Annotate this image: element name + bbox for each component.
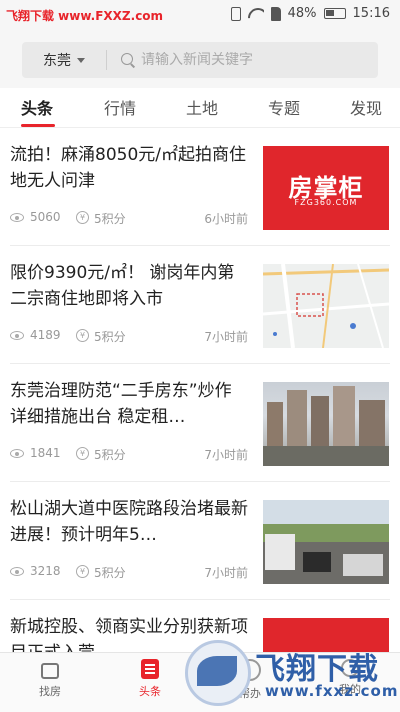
eye-icon [10,567,24,576]
tab-headlines[interactable]: 头条 [21,95,53,119]
status-bar: 飞翔下载 www.FXXZ.com 48% 15:16 [0,0,400,30]
chevron-down-icon [77,57,85,63]
points-label: 5积分 [94,330,126,344]
news-title[interactable]: 松山湖大道中医院路段治堵最新进展！预计明年5… [10,496,248,548]
map-image [263,264,389,348]
eye-icon [10,449,24,458]
coin-icon: ¥ [76,329,89,342]
publish-time: 6小时前 [204,212,248,226]
view-count: 1841 [30,446,61,460]
news-meta: 4189 ¥ 5积分 7小时前 [10,328,248,346]
road-traffic-image [263,500,389,584]
status-icons: 48% 15:16 [230,6,390,21]
tab-discover[interactable]: 发现 [350,95,382,119]
nav-headlines[interactable]: 头条 [120,659,180,699]
news-thumbnail[interactable] [263,382,389,466]
category-tabs: 头条 行情 土地 专题 发现 [0,88,400,128]
view-count: 3218 [30,564,61,578]
view-count: 4189 [30,328,61,342]
eye-icon [10,213,24,222]
clock: 15:16 [352,6,390,21]
watermark-logo: 飞翔下载 www.fxxz.com [185,636,399,712]
news-item[interactable]: 松山湖大道中医院路段治堵最新进展！预计明年5… 3218 ¥ 5积分 7小时前 [0,482,400,600]
news-thumbnail[interactable] [263,500,389,584]
header: 东莞 [0,30,400,88]
tab-land[interactable]: 土地 [186,95,218,119]
tab-topics[interactable]: 专题 [268,95,300,119]
coin-icon: ¥ [76,565,89,578]
points-label: 5积分 [94,448,126,462]
search-bar: 东莞 [22,42,378,78]
city-selector[interactable]: 东莞 [22,50,106,70]
news-meta: 5060 ¥ 5积分 6小时前 [10,210,248,228]
home-icon [41,663,59,679]
watermark-text: 飞翔下载 www.FXXZ.com [6,9,164,23]
publish-time: 7小时前 [204,330,248,344]
publish-time: 7小时前 [204,448,248,462]
tab-market[interactable]: 行情 [104,95,136,119]
brand-logo-url: FZG360.COM [294,198,358,207]
nav-label: 头条 [139,685,161,698]
search-icon [121,53,135,67]
divider [106,50,107,70]
wifi-icon [248,8,264,20]
news-title[interactable]: 限价9390元/㎡！ 谢岗年内第二宗商住地即将入市 [10,260,248,312]
news-title[interactable]: 流拍！麻涌8050元/㎡起拍商住地无人问津 [10,142,248,194]
sim-icon [270,6,281,21]
active-tab-indicator [21,124,55,127]
news-item[interactable]: 东莞治理防范“二手房东”炒作详细措施出台 稳定租… 1841 ¥ 5积分 7小时… [0,364,400,482]
points-label: 5积分 [94,212,126,226]
nav-label: 找房 [39,685,61,698]
city-buildings-image [263,386,389,466]
nav-find-house[interactable]: 找房 [20,659,80,699]
battery-percent: 48% [287,6,317,21]
points-label: 5积分 [94,566,126,580]
coin-icon: ¥ [76,447,89,460]
publish-time: 7小时前 [204,566,248,580]
logo-wing-icon [197,656,237,686]
news-title[interactable]: 东莞治理防范“二手房东”炒作详细措施出台 稳定租… [10,378,248,430]
battery-icon [323,8,346,19]
news-meta: 1841 ¥ 5积分 7小时前 [10,446,248,464]
watermark-url: www.fxxz.com [265,682,399,700]
view-count: 5060 [30,210,61,224]
search-input[interactable] [141,52,371,68]
vibrate-icon [230,6,241,21]
city-label: 东莞 [43,53,71,69]
news-thumbnail[interactable]: 房掌柜 FZG360.COM [263,146,389,230]
coin-icon: ¥ [76,211,89,224]
news-item[interactable]: 流拍！麻涌8050元/㎡起拍商住地无人问津 5060 ¥ 5积分 6小时前 房掌… [0,128,400,246]
news-thumbnail[interactable] [263,264,389,348]
eye-icon [10,331,24,340]
news-icon [141,659,159,679]
news-item[interactable]: 限价9390元/㎡！ 谢岗年内第二宗商住地即将入市 4189 ¥ 5积分 7小时… [0,246,400,364]
news-meta: 3218 ¥ 5积分 7小时前 [10,564,248,582]
